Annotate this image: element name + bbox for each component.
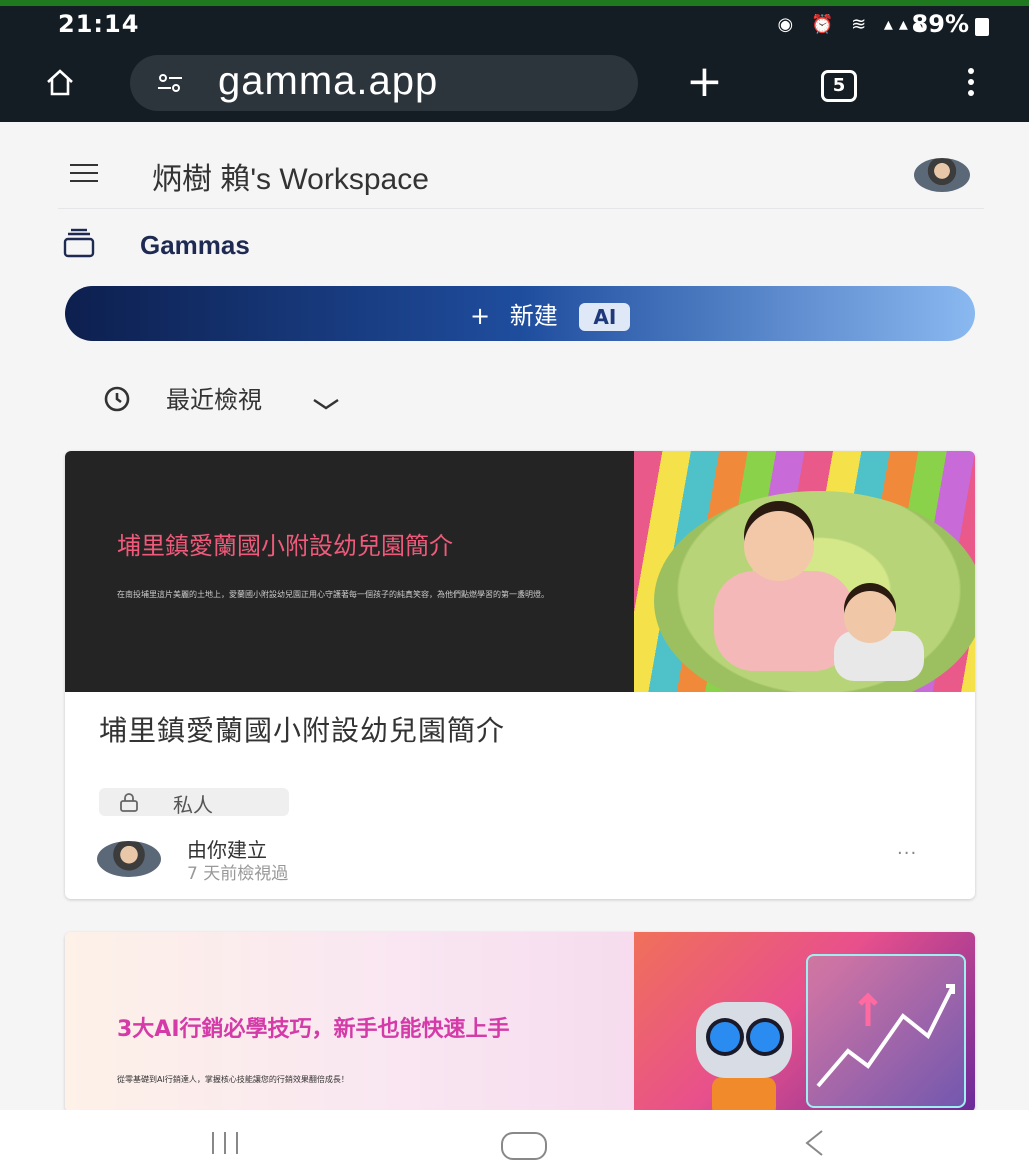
workspace-header: 炳樹 賴's Workspace: [58, 122, 984, 209]
home-button[interactable]: [501, 1132, 547, 1160]
browser-toolbar: gamma.app + 5: [0, 46, 1029, 122]
card-title: 埔里鎮愛蘭國小附設幼兒園簡介: [99, 714, 506, 747]
status-indicators-icon: ◉ ⏰ ≋ ▴▴▴: [777, 14, 929, 35]
gamma-card[interactable]: 埔里鎮愛蘭國小附設幼兒園簡介 在南投埔里這片美麗的土地上，愛蘭國小附設幼兒園正用…: [65, 451, 975, 899]
more-options-button[interactable]: ···: [897, 843, 917, 864]
home-icon[interactable]: [44, 66, 76, 102]
gamma-card[interactable]: 3大AI行銷必學技巧，新手也能快速上手 從零基礎到AI行銷達人，掌握核心技能讓您…: [65, 932, 975, 1112]
battery-level: 89%: [911, 10, 969, 38]
workspace-title[interactable]: 炳樹 賴's Workspace: [152, 154, 429, 198]
plus-icon: +: [470, 302, 491, 330]
new-gamma-button[interactable]: + 新建 AI: [65, 286, 975, 341]
recent-filter-label: 最近檢視: [166, 386, 262, 414]
visibility-label: 私人: [173, 793, 213, 817]
thumbnail-title: 埔里鎮愛蘭國小附設幼兒園簡介: [117, 532, 453, 560]
card-thumbnail: 埔里鎮愛蘭國小附設幼兒園簡介 在南投埔里這片美麗的土地上，愛蘭國小附設幼兒園正用…: [65, 451, 634, 692]
ai-badge: AI: [579, 303, 631, 331]
tab-switcher-button[interactable]: 5: [821, 70, 857, 102]
thumbnail-photo: [634, 451, 975, 692]
recent-apps-button[interactable]: [212, 1132, 252, 1158]
card-thumbnail: 3大AI行銷必學技巧，新手也能快速上手 從零基礎到AI行銷達人，掌握核心技能讓您…: [65, 932, 634, 1112]
chevron-down-icon: [310, 390, 342, 418]
hamburger-icon[interactable]: [70, 164, 98, 188]
visibility-badge: 私人: [99, 788, 289, 817]
thumbnail-subtitle: 在南投埔里這片美麗的土地上，愛蘭國小附設幼兒園正用心守護著每一個孩子的純真笑容，…: [117, 590, 549, 599]
site-settings-icon[interactable]: [156, 69, 184, 101]
back-button[interactable]: [802, 1128, 826, 1162]
thumbnail-subtitle: 從零基礎到AI行銷達人，掌握核心技能讓您的行銷效果翻倍成長！: [117, 1075, 349, 1084]
new-tab-button[interactable]: +: [686, 60, 723, 104]
lock-icon: [119, 792, 139, 817]
stack-icon: [62, 228, 96, 264]
address-bar[interactable]: gamma.app: [130, 55, 638, 111]
creator-avatar: [97, 841, 161, 877]
thumbnail-photo: [634, 932, 975, 1112]
last-viewed-label: 7 天前檢視過: [187, 864, 289, 884]
status-time: 21:14: [58, 10, 140, 38]
user-avatar[interactable]: [914, 158, 970, 192]
battery-icon: [975, 18, 989, 36]
thumbnail-title: 3大AI行銷必學技巧，新手也能快速上手: [117, 1017, 510, 1042]
gammas-section-header: Gammas: [62, 228, 250, 264]
new-button-label: 新建: [509, 302, 558, 330]
android-nav-bar: [0, 1110, 1029, 1171]
section-title: Gammas: [140, 230, 250, 260]
status-bar: 21:14 ◉ ⏰ ≋ ▴▴▴ 89%: [0, 6, 1029, 46]
browser-menu-icon[interactable]: [968, 68, 974, 101]
url-text: gamma.app: [218, 59, 439, 103]
